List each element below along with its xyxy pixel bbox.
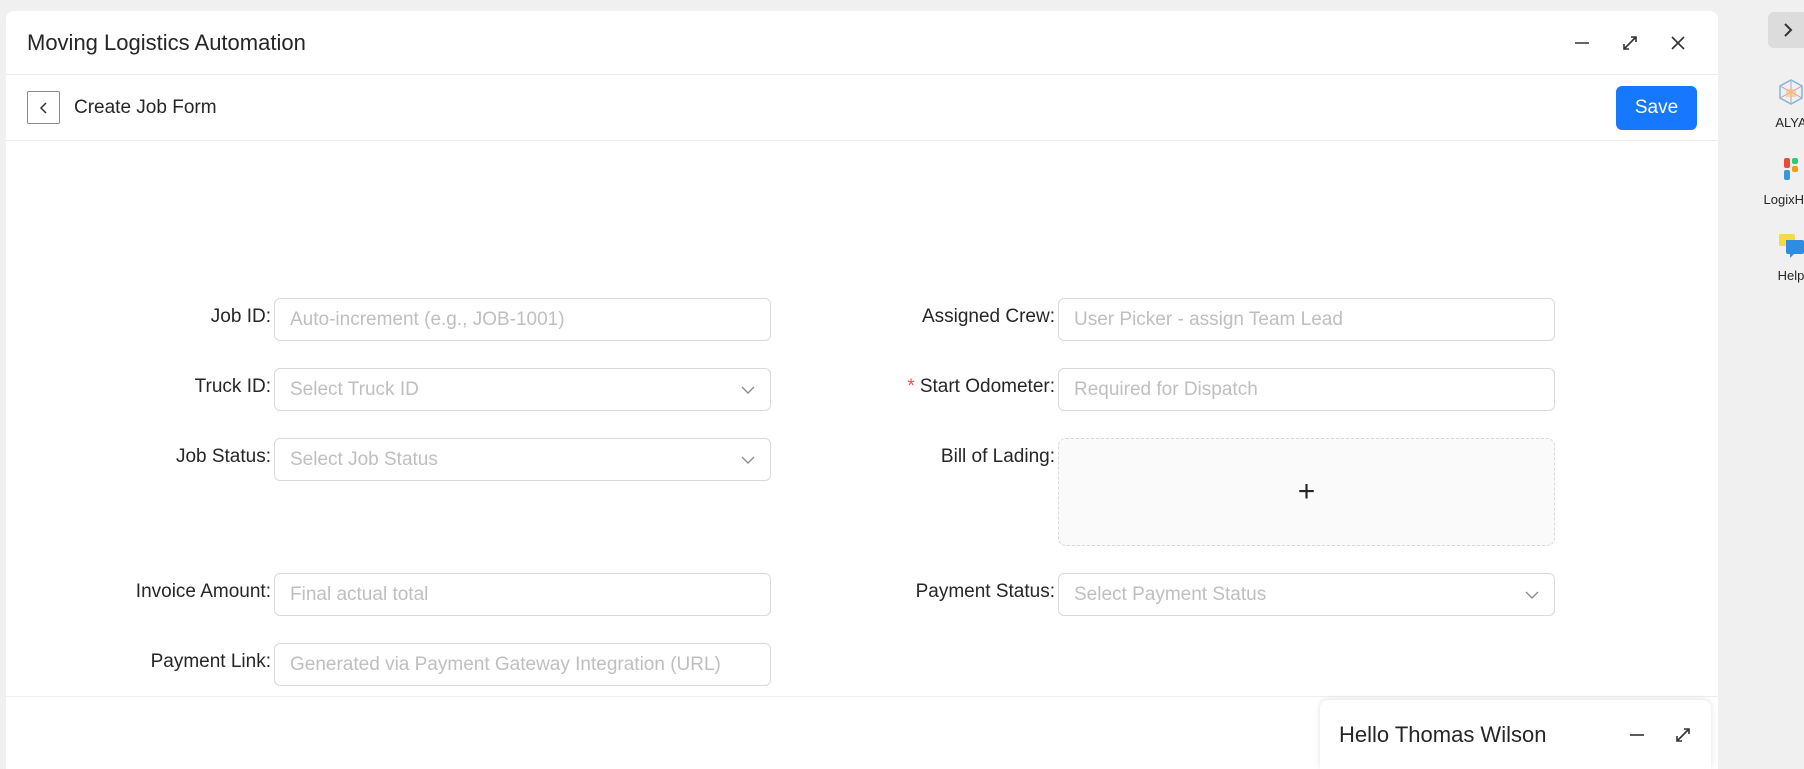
form-header: Create Job Form Save [6,75,1718,141]
help-chat-icon [1779,234,1804,258]
payment-link-field[interactable] [274,643,771,686]
bill-of-lading-label: Bill of Lading: [940,446,1055,467]
sidebar-item-label: LogixHub [1763,192,1804,207]
chevron-right-icon [1784,23,1793,37]
truck-id-label: Truck ID: [194,376,271,397]
bill-of-lading-upload[interactable]: + [1058,438,1555,546]
job-status-label: Job Status: [175,446,271,467]
payment-status-placeholder: Select Payment Status [1074,583,1267,605]
assigned-crew-label: Assigned Crew: [921,306,1055,327]
invoice-amount-field[interactable] [274,573,771,616]
sidebar-item-label: Help [1777,268,1804,283]
truck-id-select[interactable]: Select Truck ID [274,368,771,411]
chevron-down-icon [741,456,755,464]
assigned-crew-field[interactable] [1058,298,1555,341]
sidebar-item-alya[interactable]: ALYA [1758,77,1804,130]
back-button[interactable] [27,91,60,124]
invoice-amount-label: Invoice Amount: [135,581,271,602]
job-status-select[interactable]: Select Job Status [274,438,771,481]
job-id-input[interactable] [290,308,755,331]
form-title: Create Job Form [74,96,217,118]
chevron-left-icon [39,101,47,114]
chat-controls [1628,726,1692,744]
payment-status-label: Payment Status: [915,581,1055,602]
expand-icon[interactable] [1619,32,1641,54]
chevron-down-icon [1525,591,1539,599]
right-sidebar: ALYA LogixHub Help [1718,0,1804,769]
payment-link-input[interactable] [290,653,755,676]
close-icon[interactable] [1667,32,1689,54]
chat-widget: Hello Thomas Wilson [1320,700,1711,769]
chat-greeting: Hello Thomas Wilson [1339,721,1547,747]
alya-cube-icon [1779,79,1803,105]
assigned-crew-input[interactable] [1074,308,1539,331]
sidebar-item-help[interactable]: Help [1758,230,1804,283]
window-controls [1571,32,1689,54]
sidebar-toggle-button[interactable] [1768,12,1804,48]
truck-id-placeholder: Select Truck ID [290,378,419,400]
window-title: Moving Logistics Automation [27,29,306,55]
start-odometer-field[interactable] [1058,368,1555,411]
sidebar-item-label: ALYA [1775,115,1804,130]
minimize-icon[interactable] [1571,32,1593,54]
job-id-label: Job ID: [210,306,271,327]
plus-icon: + [1297,475,1316,508]
payment-link-label: Payment Link: [150,651,271,672]
required-marker: * [907,376,915,397]
chevron-down-icon [741,386,755,394]
invoice-amount-input[interactable] [290,583,755,606]
job-form: Job ID: Truck ID: Select Truck ID Job St… [6,141,1718,697]
job-id-field[interactable] [274,298,771,341]
logixhub-icon [1784,158,1798,180]
expand-icon[interactable] [1674,726,1692,744]
start-odometer-input[interactable] [1074,378,1539,401]
minimize-icon[interactable] [1628,726,1646,744]
window-titlebar: Moving Logistics Automation [6,11,1718,75]
app-window: Moving Logistics Automation Create Job F… [6,11,1718,769]
job-status-placeholder: Select Job Status [290,448,438,470]
save-button[interactable]: Save [1616,85,1697,130]
start-odometer-label: * Start Odometer: [907,376,1055,397]
sidebar-item-logixhub[interactable]: LogixHub [1758,154,1804,207]
payment-status-select[interactable]: Select Payment Status [1058,573,1555,616]
